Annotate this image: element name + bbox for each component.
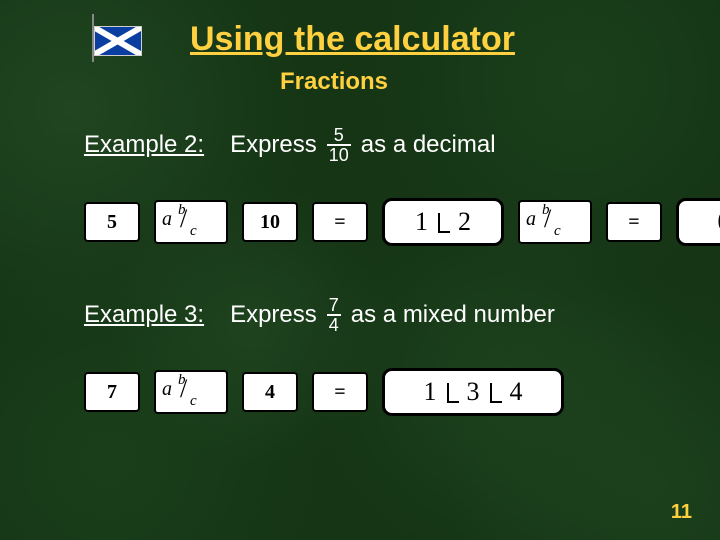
abc-c: c <box>190 393 197 410</box>
abc-a: a <box>162 208 172 231</box>
abc-slash: / <box>544 204 551 234</box>
slide-title: Using the calculator <box>190 20 515 59</box>
fraction-numerator: 5 <box>334 126 344 144</box>
example2-after: as a decimal <box>361 131 496 159</box>
display-part: 2 <box>458 207 471 237</box>
example3-express: Express <box>230 301 317 329</box>
example2-prompt: Example 2: Express 5 10 as a decimal <box>84 126 496 164</box>
key-equals: = <box>606 202 662 242</box>
abc-a: a <box>162 378 172 401</box>
fraction-numerator: 7 <box>329 296 339 314</box>
slide: Using the calculator Fractions Example 2… <box>0 0 720 540</box>
abc-c: c <box>190 223 197 240</box>
abc-c: c <box>554 223 561 240</box>
example3-fraction: 7 4 <box>327 296 341 334</box>
abc-slash: / <box>180 204 187 234</box>
key-abc: a b / c <box>154 200 228 244</box>
display-part: 3 <box>467 377 480 407</box>
key-7: 7 <box>84 372 140 412</box>
display-1r2: 1 2 <box>382 198 504 246</box>
key-abc: a b / c <box>154 370 228 414</box>
key-4: 4 <box>242 372 298 412</box>
example2-label: Example 2: <box>84 131 204 159</box>
display-part: 4 <box>510 377 523 407</box>
key-equals: = <box>312 202 368 242</box>
example3-after: as a mixed number <box>351 301 555 329</box>
display-part: 1 <box>424 377 437 407</box>
example2-fraction: 5 10 <box>327 126 351 164</box>
display-0-5: 0. 5 <box>676 198 720 246</box>
frac-separator-icon <box>490 383 502 403</box>
example3-label: Example 3: <box>84 301 204 329</box>
flag-icon <box>92 22 150 60</box>
example3-keyrow: 7 a b / c 4 = 1 3 4 <box>84 368 564 416</box>
frac-separator-icon <box>438 213 450 233</box>
frac-separator-icon <box>447 383 459 403</box>
abc-a: a <box>526 208 536 231</box>
key-abc: a b / c <box>518 200 592 244</box>
fraction-denominator: 10 <box>327 144 351 164</box>
fraction-denominator: 4 <box>327 314 341 334</box>
key-10: 10 <box>242 202 298 242</box>
key-5: 5 <box>84 202 140 242</box>
page-number: 11 <box>671 501 692 524</box>
slide-subtitle: Fractions <box>280 68 388 96</box>
example2-express: Express <box>230 131 317 159</box>
display-part: 1 <box>415 207 428 237</box>
abc-slash: / <box>180 374 187 404</box>
display-1r3r4: 1 3 4 <box>382 368 564 416</box>
example3-prompt: Example 3: Express 7 4 as a mixed number <box>84 296 555 334</box>
example2-keyrow: 5 a b / c 10 = 1 2 a b / c = 0. 5 <box>84 198 720 246</box>
key-equals: = <box>312 372 368 412</box>
